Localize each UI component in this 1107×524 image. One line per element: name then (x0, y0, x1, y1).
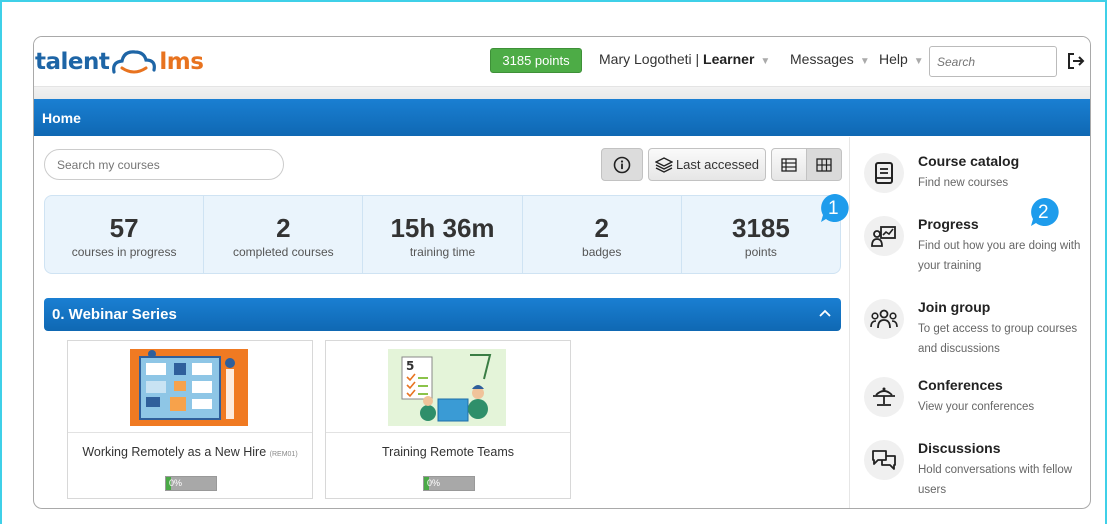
sidebar-item-desc: Find new courses (918, 177, 1009, 189)
stat-label: training time (409, 245, 476, 259)
progress-chart-icon (864, 216, 904, 256)
card-divider (68, 432, 312, 433)
logo-text-lms: lms (159, 49, 204, 75)
sidebar-item-desc: To get access to group courses and discu… (918, 323, 1078, 355)
layers-icon (654, 156, 673, 173)
stat-training-time: 15h 36m training time (363, 196, 523, 273)
progress-text: 0% (427, 478, 441, 488)
stat-points: 3185 points (682, 196, 840, 273)
caret-down-icon: ▼ (760, 56, 771, 67)
cloud-icon (112, 50, 157, 74)
sidebar-item-title: Join group (918, 299, 991, 315)
course-progress-bar: 0% (165, 476, 217, 491)
sort-last-accessed-button[interactable]: Last accessed (648, 148, 766, 181)
sidebar-item-join-group[interactable]: Join group To get access to group course… (864, 299, 1089, 359)
caret-down-icon: ▼ (859, 56, 870, 67)
user-menu[interactable]: Mary Logotheti | Learner ▼ (599, 51, 770, 67)
course-title: Training Remote Teams (326, 445, 570, 459)
sidebar-item-desc: View your conferences (918, 401, 1035, 413)
info-button[interactable] (601, 148, 643, 181)
course-code: (REM01) (269, 451, 298, 458)
sidebar-item-title: Conferences (918, 377, 1003, 393)
home-title-bar: Home (34, 99, 1090, 136)
user-role: Learner (703, 51, 755, 67)
messages-label: Messages (790, 51, 854, 67)
stat-value: 2 (276, 213, 291, 243)
callout-number: 1 (828, 198, 839, 219)
group-icon (864, 299, 904, 339)
sidebar-item-title: Progress (918, 216, 979, 232)
list-view-icon (781, 157, 797, 172)
caret-down-icon: ▼ (913, 56, 924, 67)
sidebar-item-title: Discussions (918, 440, 1001, 456)
grid-view-icon (816, 157, 832, 172)
points-button[interactable]: 3185 points (490, 48, 582, 73)
user-separator: | (691, 51, 704, 67)
user-name: Mary Logotheti (599, 51, 692, 67)
info-icon (613, 156, 631, 173)
logout-icon[interactable] (1066, 51, 1086, 71)
messages-menu[interactable]: Messages ▼ (790, 51, 870, 67)
stat-value: 2 (594, 213, 609, 243)
course-card[interactable]: Working Remotely as a New Hire (REM01) 0… (67, 340, 313, 499)
list-view-button[interactable] (771, 148, 807, 181)
course-search-input[interactable] (44, 149, 284, 180)
callout-number: 2 (1038, 202, 1049, 223)
stat-label: completed courses (232, 245, 334, 259)
sidebar-item-conferences[interactable]: Conferences View your conferences (864, 377, 1089, 437)
category-title: 0. Webinar Series (52, 306, 177, 323)
sidebar-item-discussions[interactable]: Discussions Hold conversations with fell… (864, 440, 1089, 500)
chevron-up-icon[interactable] (819, 308, 831, 318)
sidebar-item-desc: Find out how you are doing with your tra… (918, 240, 1081, 272)
stat-value: 3185 (731, 213, 790, 243)
course-name: Training Remote Teams (381, 445, 514, 459)
help-menu[interactable]: Help ▼ (879, 51, 924, 67)
course-card[interactable]: 5 Training Remote Teams 0% (325, 340, 571, 499)
header-shadow-strip (34, 87, 1090, 99)
global-search-input[interactable] (929, 46, 1057, 77)
stat-badges: 2 badges (523, 196, 682, 273)
svg-text:5: 5 (406, 359, 414, 373)
callout-marker-2: 2 (1030, 197, 1060, 227)
stat-completed-courses: 2 completed courses (204, 196, 364, 273)
stats-panel: 57 courses in progress 2 completed cours… (44, 195, 841, 274)
category-header[interactable]: 0. Webinar Series (44, 298, 841, 331)
progress-text: 0% (169, 478, 183, 488)
stat-label: badges (582, 245, 622, 259)
right-sidebar: Course catalog Find new courses Progress… (849, 137, 1090, 508)
chat-bubbles-icon (864, 440, 904, 480)
course-title: Working Remotely as a New Hire (REM01) (68, 445, 312, 459)
logo-text-talent: talent (35, 49, 110, 75)
stat-value: 15h 36m (390, 213, 495, 243)
top-navbar: talent lms 3185 points Mary Logotheti | … (34, 37, 1090, 87)
course-thumbnail (130, 349, 248, 426)
app-window: talent lms 3185 points Mary Logotheti | … (33, 36, 1091, 509)
book-icon (864, 153, 904, 193)
sidebar-item-title: Course catalog (918, 153, 1020, 169)
sidebar-item-desc: Hold conversations with fellow users (918, 464, 1073, 496)
callout-marker-1: 1 (820, 193, 850, 223)
conference-icon (864, 377, 904, 417)
page-title: Home (42, 110, 81, 126)
card-divider (326, 432, 570, 433)
stat-courses-in-progress: 57 courses in progress (45, 196, 205, 273)
stat-value: 57 (109, 213, 139, 243)
stat-label: courses in progress (71, 245, 177, 259)
stat-label: points (744, 245, 777, 259)
course-name: Working Remotely as a New Hire (82, 445, 267, 459)
course-progress-bar: 0% (423, 476, 475, 491)
sort-label: Last accessed (675, 157, 760, 172)
course-thumbnail: 5 (388, 349, 506, 426)
help-label: Help (879, 51, 908, 67)
talentlms-logo[interactable]: talent lms (35, 47, 204, 77)
grid-view-button[interactable] (806, 148, 842, 181)
